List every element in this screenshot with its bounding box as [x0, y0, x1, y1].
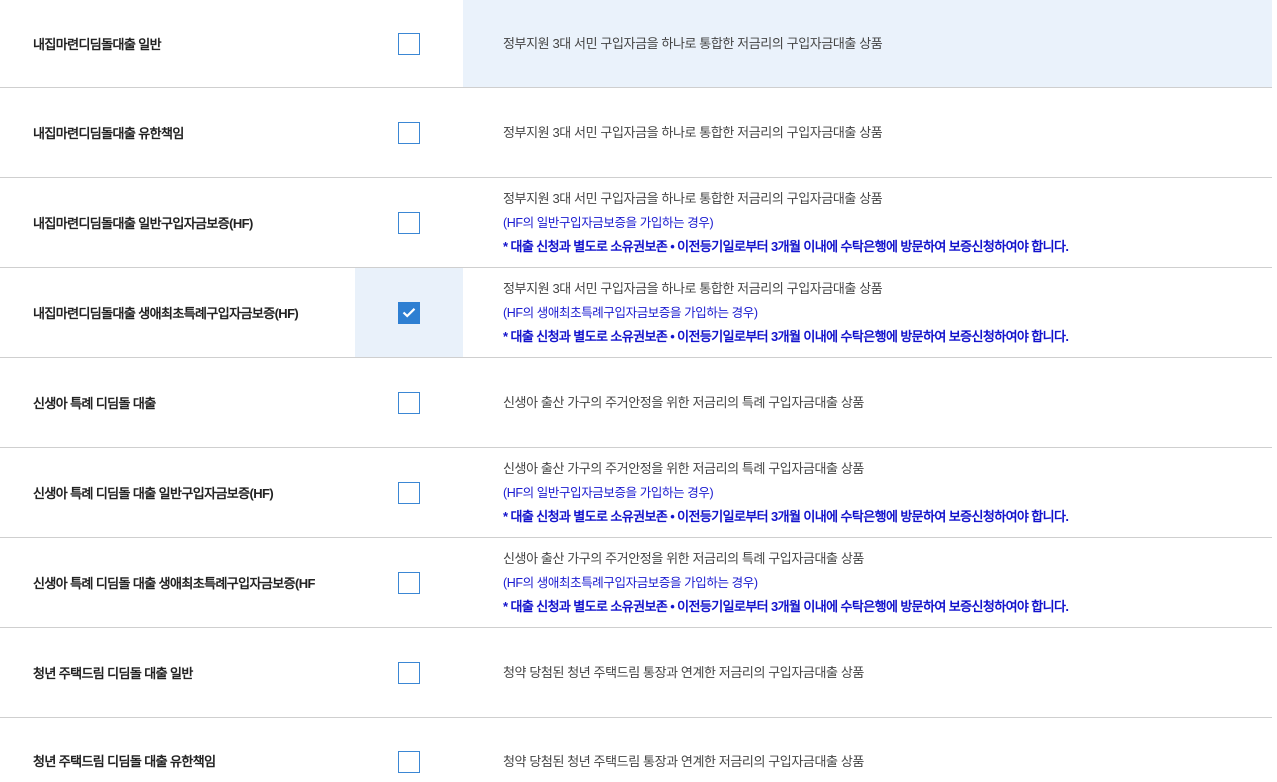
product-row[interactable]: 신생아 특례 디딤돌 대출 일반구입자금보증(HF) 신생아 출산 가구의 주거…	[0, 448, 1272, 538]
product-row[interactable]: 신생아 특례 디딤돌 대출 신생아 출산 가구의 주거안정을 위한 저금리의 특…	[0, 358, 1272, 448]
checkbox-cell[interactable]	[355, 178, 463, 267]
checkbox-cell[interactable]	[355, 88, 463, 177]
product-description: 청약 당첨된 청년 주택드림 통장과 연계한 저금리의 구입자금대출 상품	[503, 664, 864, 680]
product-description-cell: 신생아 출산 가구의 주거안정을 위한 저금리의 특례 구입자금대출 상품 (H…	[463, 448, 1272, 537]
product-checkbox[interactable]	[398, 481, 420, 504]
guarantee-note: (HF의 생애최초특례구입자금보증을 가입하는 경우)	[503, 575, 758, 590]
product-row[interactable]: 내집마련디딤돌대출 일반구입자금보증(HF) 정부지원 3대 서민 구입자금을 …	[0, 178, 1272, 268]
product-checkbox[interactable]	[398, 301, 420, 324]
product-description: 정부지원 3대 서민 구입자금을 하나로 통합한 저금리의 구입자금대출 상품	[503, 35, 883, 51]
checkbox-cell[interactable]	[355, 0, 463, 87]
product-description-cell: 정부지원 3대 서민 구입자금을 하나로 통합한 저금리의 구입자금대출 상품 …	[463, 178, 1272, 267]
product-description: 신생아 출산 가구의 주거안정을 위한 저금리의 특례 구입자금대출 상품	[503, 394, 864, 410]
product-description-cell: 신생아 출산 가구의 주거안정을 위한 저금리의 특례 구입자금대출 상품	[463, 358, 1272, 447]
product-row[interactable]: 내집마련디딤돌대출 유한책임 정부지원 3대 서민 구입자금을 하나로 통합한 …	[0, 88, 1272, 178]
product-row[interactable]: 청년 주택드림 디딤돌 대출 유한책임 청약 당첨된 청년 주택드림 통장과 연…	[0, 718, 1272, 782]
visit-notice: * 대출 신청과 별도로 소유권보존 • 이전등기일로부터 3개월 이내에 수탁…	[503, 328, 1069, 344]
product-row[interactable]: 내집마련디딤돌대출 일반 정부지원 3대 서민 구입자금을 하나로 통합한 저금…	[0, 0, 1272, 88]
product-description-cell: 정부지원 3대 서민 구입자금을 하나로 통합한 저금리의 구입자금대출 상품 …	[463, 268, 1272, 357]
product-description: 신생아 출산 가구의 주거안정을 위한 저금리의 특례 구입자금대출 상품	[503, 460, 864, 476]
product-description-cell: 정부지원 3대 서민 구입자금을 하나로 통합한 저금리의 구입자금대출 상품	[463, 88, 1272, 177]
guarantee-note: (HF의 일반구입자금보증을 가입하는 경우)	[503, 215, 714, 230]
product-checkbox[interactable]	[398, 121, 420, 144]
product-description: 정부지원 3대 서민 구입자금을 하나로 통합한 저금리의 구입자금대출 상품	[503, 280, 883, 296]
product-description: 정부지원 3대 서민 구입자금을 하나로 통합한 저금리의 구입자금대출 상품	[503, 124, 883, 140]
product-row[interactable]: 청년 주택드림 디딤돌 대출 일반 청약 당첨된 청년 주택드림 통장과 연계한…	[0, 628, 1272, 718]
product-checkbox[interactable]	[398, 661, 420, 684]
loan-product-list: 내집마련디딤돌대출 일반 정부지원 3대 서민 구입자금을 하나로 통합한 저금…	[0, 0, 1272, 782]
product-row[interactable]: 신생아 특례 디딤돌 대출 생애최초특례구입자금보증(HF 신생아 출산 가구의…	[0, 538, 1272, 628]
product-checkbox[interactable]	[398, 391, 420, 414]
product-checkbox[interactable]	[398, 571, 420, 594]
checkbox-cell[interactable]	[355, 358, 463, 447]
check-icon	[402, 308, 416, 318]
product-name: 청년 주택드림 디딤돌 대출 유한책임	[33, 754, 216, 769]
product-row[interactable]: 내집마련디딤돌대출 생애최초특례구입자금보증(HF) 정부지원 3대 서민 구입…	[0, 268, 1272, 358]
product-name: 신생아 특례 디딤돌 대출	[33, 396, 156, 411]
checkbox-cell[interactable]	[355, 538, 463, 627]
product-name: 내집마련디딤돌대출 일반	[33, 37, 162, 52]
product-description: 정부지원 3대 서민 구입자금을 하나로 통합한 저금리의 구입자금대출 상품	[503, 190, 883, 206]
product-name: 청년 주택드림 디딤돌 대출 일반	[33, 666, 193, 681]
product-name: 내집마련디딤돌대출 일반구입자금보증(HF)	[33, 216, 253, 231]
checkbox-cell[interactable]	[355, 268, 463, 357]
guarantee-note: (HF의 생애최초특례구입자금보증을 가입하는 경우)	[503, 305, 758, 320]
product-description-cell: 청약 당첨된 청년 주택드림 통장과 연계한 저금리의 구입자금대출 상품	[463, 628, 1272, 717]
product-name: 내집마련디딤돌대출 유한책임	[33, 126, 184, 141]
product-checkbox[interactable]	[398, 211, 420, 234]
visit-notice: * 대출 신청과 별도로 소유권보존 • 이전등기일로부터 3개월 이내에 수탁…	[503, 598, 1069, 614]
product-description-cell: 정부지원 3대 서민 구입자금을 하나로 통합한 저금리의 구입자금대출 상품	[463, 0, 1272, 87]
product-description: 청약 당첨된 청년 주택드림 통장과 연계한 저금리의 구입자금대출 상품	[503, 754, 864, 769]
guarantee-note: (HF의 일반구입자금보증을 가입하는 경우)	[503, 485, 714, 500]
checkbox-cell[interactable]	[355, 718, 463, 782]
product-description-cell: 신생아 출산 가구의 주거안정을 위한 저금리의 특례 구입자금대출 상품 (H…	[463, 538, 1272, 627]
product-description: 신생아 출산 가구의 주거안정을 위한 저금리의 특례 구입자금대출 상품	[503, 550, 864, 566]
product-name: 내집마련디딤돌대출 생애최초특례구입자금보증(HF)	[33, 306, 299, 321]
checkbox-cell[interactable]	[355, 448, 463, 537]
product-checkbox[interactable]	[398, 32, 420, 55]
product-name: 신생아 특례 디딤돌 대출 생애최초특례구입자금보증(HF	[33, 576, 315, 591]
product-checkbox[interactable]	[398, 751, 420, 773]
visit-notice: * 대출 신청과 별도로 소유권보존 • 이전등기일로부터 3개월 이내에 수탁…	[503, 508, 1069, 524]
checkbox-cell[interactable]	[355, 628, 463, 717]
product-name: 신생아 특례 디딤돌 대출 일반구입자금보증(HF)	[33, 486, 274, 501]
visit-notice: * 대출 신청과 별도로 소유권보존 • 이전등기일로부터 3개월 이내에 수탁…	[503, 238, 1069, 254]
product-description-cell: 청약 당첨된 청년 주택드림 통장과 연계한 저금리의 구입자금대출 상품	[463, 718, 1272, 782]
